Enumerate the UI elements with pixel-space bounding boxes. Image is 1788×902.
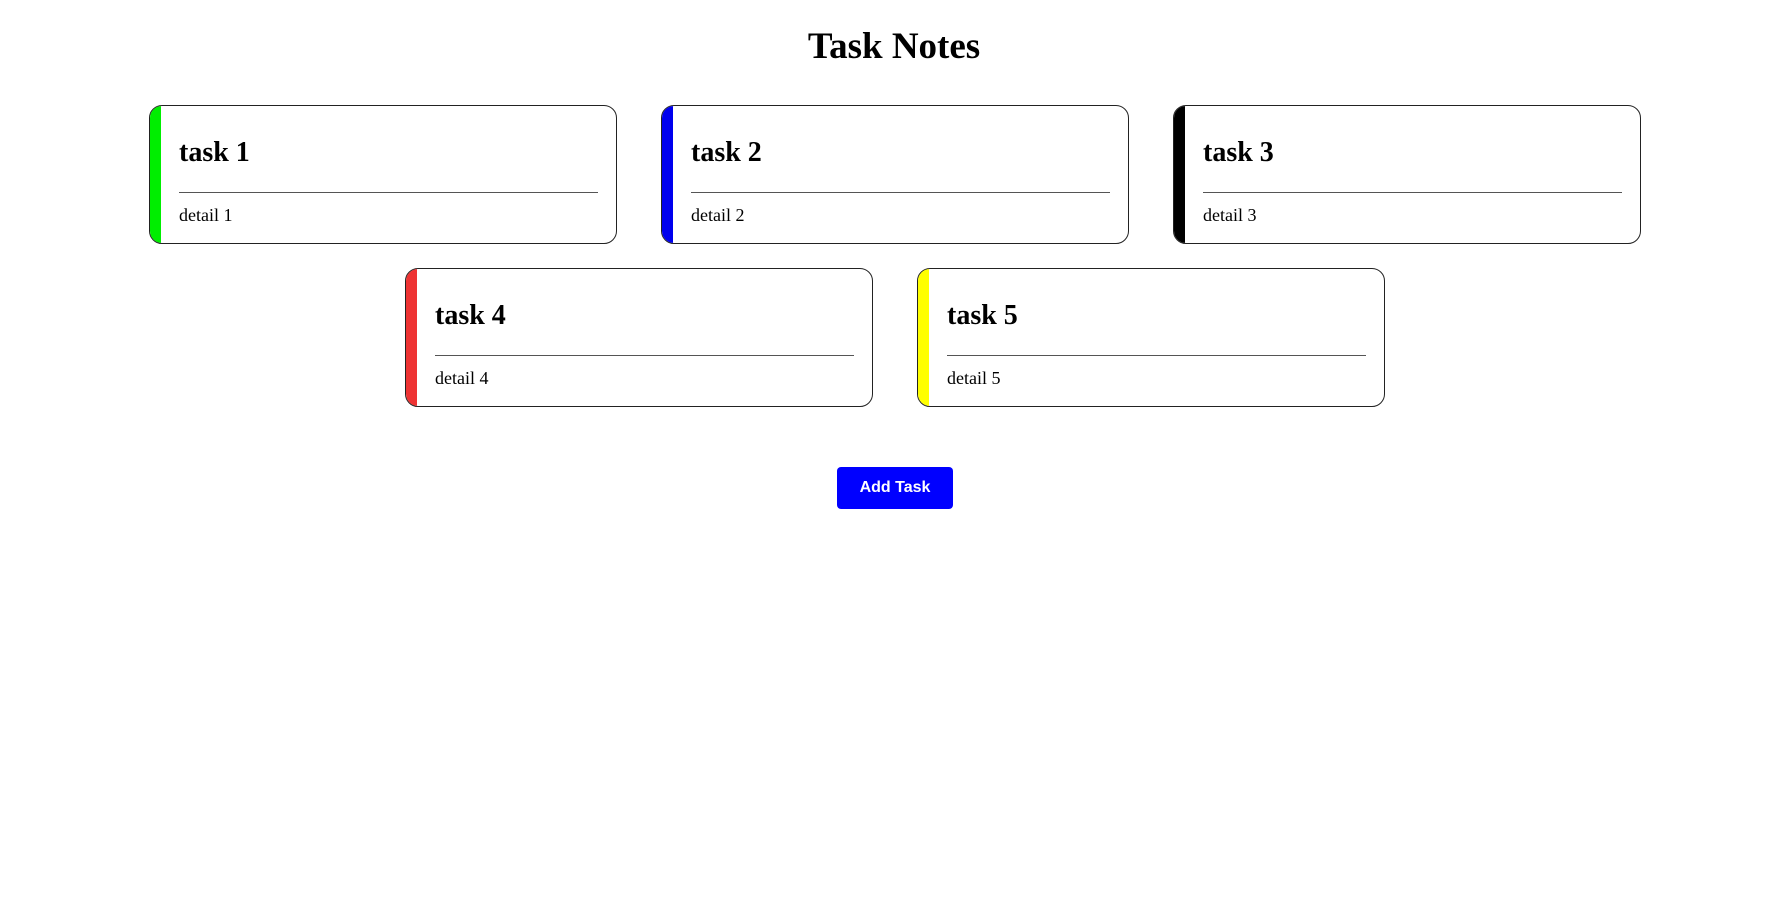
task-detail: detail 1 (179, 205, 233, 225)
divider (435, 355, 854, 356)
divider (691, 192, 1110, 193)
task-detail: detail 5 (947, 368, 1001, 388)
divider (179, 192, 598, 193)
task-title: task 3 (1203, 137, 1274, 168)
task-detail: detail 4 (435, 368, 489, 388)
task-card-1[interactable]: task 1 detail 1 (149, 105, 617, 244)
divider (1203, 192, 1622, 193)
task-title: task 5 (947, 300, 1018, 331)
task-card-4[interactable]: task 4 detail 4 (405, 268, 873, 407)
task-title: task 1 (179, 137, 250, 168)
task-color-bar (150, 106, 161, 243)
task-title: task 4 (435, 300, 506, 331)
task-detail: detail 2 (691, 205, 745, 225)
page-title: Task Notes (807, 26, 981, 67)
task-color-bar (1174, 106, 1185, 243)
task-color-bar (662, 106, 673, 243)
divider (947, 355, 1366, 356)
task-color-bar (918, 269, 929, 406)
task-card-3[interactable]: task 3 detail 3 (1173, 105, 1641, 244)
task-card-5[interactable]: task 5 detail 5 (917, 268, 1385, 407)
add-task-button[interactable]: Add Task (837, 467, 953, 509)
task-card-2[interactable]: task 2 detail 2 (661, 105, 1129, 244)
task-title: task 2 (691, 137, 762, 168)
task-detail: detail 3 (1203, 205, 1257, 225)
task-color-bar (406, 269, 417, 406)
